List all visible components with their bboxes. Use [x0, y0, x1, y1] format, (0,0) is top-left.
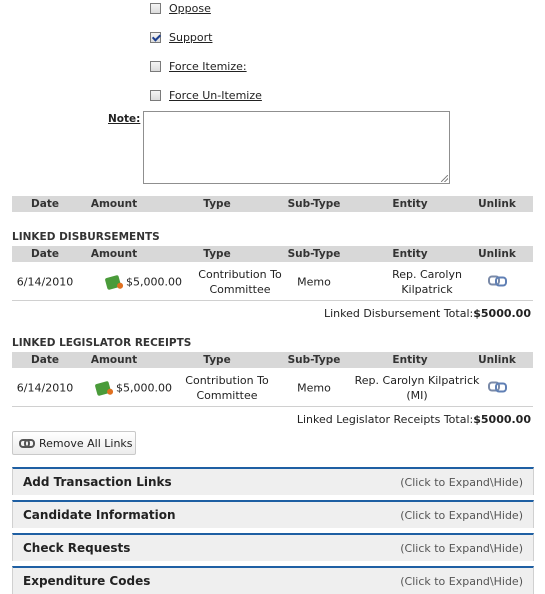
- col-date: Date: [31, 198, 59, 210]
- force-itemize-checkbox-row[interactable]: Force Itemize:: [150, 59, 247, 73]
- col-amount: Amount: [90, 354, 138, 366]
- note-label: Note:: [108, 113, 141, 125]
- row-date: 6/14/2010: [16, 381, 74, 395]
- linked-disbursements-title: LINKED DISBURSEMENTS: [12, 231, 160, 243]
- col-amount: Amount: [90, 198, 138, 210]
- table-row: 6/14/2010 $5,000.00 Contribution To Comm…: [12, 370, 533, 407]
- force-itemize-label[interactable]: Force Itemize:: [169, 60, 247, 73]
- col-entity: Entity: [392, 248, 428, 260]
- force-itemize-checkbox[interactable]: [150, 60, 161, 72]
- col-entity: Entity: [392, 198, 428, 210]
- col-subtype: Sub-Type: [287, 248, 341, 260]
- expander-hint[interactable]: (Click to Expand\Hide): [400, 575, 523, 588]
- support-checkbox[interactable]: [150, 31, 161, 43]
- expander-title: Expenditure Codes: [23, 574, 151, 588]
- row-subtype: Memo: [297, 381, 331, 395]
- disbursement-total-value: $5000.00: [473, 307, 531, 320]
- chain-link-icon: [19, 439, 35, 448]
- receipts-table-header: Date Amount Type Sub-Type Entity Unlink: [12, 352, 533, 368]
- disbursements-table-header: Date Amount Type Sub-Type Entity Unlink: [12, 246, 533, 262]
- col-date: Date: [31, 354, 59, 366]
- col-unlink: Unlink: [478, 198, 516, 210]
- expander-title: Candidate Information: [23, 508, 176, 522]
- expander-hint[interactable]: (Click to Expand\Hide): [400, 509, 523, 522]
- col-type: Type: [203, 198, 231, 210]
- unlink-icon[interactable]: [488, 275, 507, 287]
- row-subtype: Memo: [297, 275, 331, 289]
- oppose-checkbox-row[interactable]: Oppose: [150, 1, 211, 15]
- row-entity: Rep. Carolyn Kilpatrick: [392, 268, 462, 296]
- remove-all-links-label: Remove All Links: [39, 436, 133, 450]
- oppose-label[interactable]: Oppose: [169, 2, 211, 15]
- col-type: Type: [203, 354, 231, 366]
- expander-hint[interactable]: (Click to Expand\Hide): [400, 542, 523, 555]
- col-type: Type: [203, 248, 231, 260]
- row-amount-text: $5,000.00: [126, 275, 182, 289]
- force-un-itemize-checkbox[interactable]: [150, 89, 161, 101]
- expander-title: Add Transaction Links: [23, 475, 172, 489]
- expander-candidate-information[interactable]: Candidate Information (Click to Expand\H…: [12, 500, 534, 528]
- unlink-button[interactable]: [467, 381, 527, 396]
- expander-title: Check Requests: [23, 541, 131, 555]
- expander-hint[interactable]: (Click to Expand\Hide): [400, 476, 523, 489]
- support-checkbox-row[interactable]: Support: [150, 30, 212, 44]
- unlink-button[interactable]: [467, 275, 527, 290]
- col-unlink: Unlink: [478, 248, 516, 260]
- receipts-total: Linked Legislator Receipts Total:$5000.0…: [297, 413, 531, 426]
- row-type: Contribution To Committee: [185, 374, 269, 402]
- oppose-checkbox[interactable]: [150, 2, 161, 14]
- row-amount-text: $5,000.00: [116, 381, 172, 395]
- col-entity: Entity: [392, 354, 428, 366]
- receipts-total-label: Linked Legislator Receipts Total:: [296, 413, 474, 426]
- note-textarea[interactable]: [143, 111, 450, 184]
- force-un-itemize-checkbox-row[interactable]: Force Un-Itemize: [150, 88, 262, 102]
- col-subtype: Sub-Type: [287, 198, 341, 210]
- disbursement-total-label: Linked Disbursement Total:: [323, 307, 474, 320]
- support-label[interactable]: Support: [169, 31, 212, 44]
- col-subtype: Sub-Type: [287, 354, 341, 366]
- money-icon: [104, 274, 122, 291]
- linked-receipts-title: LINKED LEGISLATOR RECEIPTS: [12, 337, 192, 349]
- money-icon: [94, 380, 112, 397]
- force-un-itemize-label[interactable]: Force Un-Itemize: [169, 89, 262, 102]
- col-date: Date: [31, 248, 59, 260]
- expander-check-requests[interactable]: Check Requests (Click to Expand\Hide): [12, 533, 534, 561]
- col-unlink: Unlink: [478, 354, 516, 366]
- expander-expenditure-codes[interactable]: Expenditure Codes (Click to Expand\Hide): [12, 566, 534, 594]
- links-table-header: Date Amount Type Sub-Type Entity Unlink: [12, 196, 533, 212]
- remove-all-links-button[interactable]: Remove All Links: [12, 431, 136, 455]
- col-amount: Amount: [90, 248, 138, 260]
- unlink-icon[interactable]: [488, 381, 507, 393]
- row-entity: Rep. Carolyn Kilpatrick (MI): [354, 374, 480, 402]
- table-row: 6/14/2010 $5,000.00 Contribution To Comm…: [12, 264, 533, 301]
- disbursement-total: Linked Disbursement Total:$5000.00: [324, 307, 531, 320]
- expander-add-transaction-links[interactable]: Add Transaction Links (Click to Expand\H…: [12, 467, 534, 495]
- row-amount: $5,000.00: [84, 380, 184, 397]
- receipts-total-value: $5000.00: [473, 413, 531, 426]
- row-amount: $5,000.00: [94, 274, 194, 291]
- row-date: 6/14/2010: [16, 275, 74, 289]
- resize-grip-icon[interactable]: [441, 175, 448, 182]
